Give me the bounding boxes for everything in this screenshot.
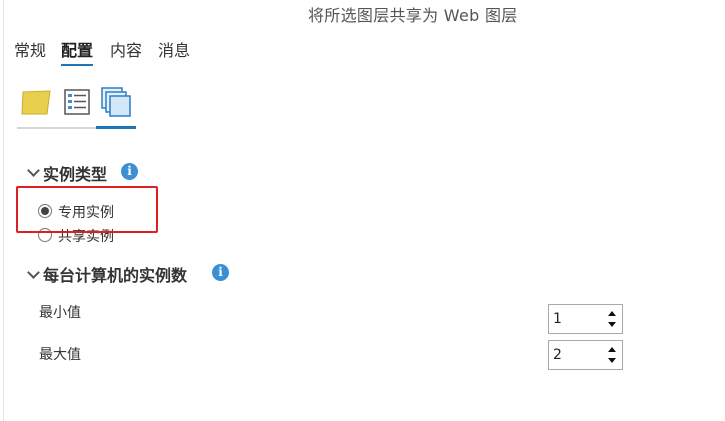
- spin-down-icon[interactable]: [608, 322, 616, 327]
- min-instances-value[interactable]: 1: [553, 311, 562, 327]
- pooling-instances-icon[interactable]: [100, 86, 134, 120]
- section-instances-per-machine-heading[interactable]: 每台计算机的实例数: [43, 262, 187, 286]
- section-instance-type-heading[interactable]: 实例类型: [43, 161, 107, 185]
- spin-up-icon[interactable]: [608, 311, 616, 316]
- radio-button[interactable]: [38, 228, 52, 242]
- tab-configuration[interactable]: 配置: [61, 37, 94, 66]
- max-value-label: 最大值: [39, 347, 81, 363]
- max-instances-value[interactable]: 2: [553, 347, 562, 363]
- radio-label: 专用实例: [58, 205, 114, 221]
- panel-left-border: [3, 0, 4, 421]
- layer-properties-icon[interactable]: [62, 86, 96, 120]
- chevron-down-icon[interactable]: [27, 164, 40, 177]
- chevron-down-icon[interactable]: [27, 266, 40, 279]
- max-instances-stepper[interactable]: 2: [548, 340, 623, 370]
- spin-up-icon[interactable]: [608, 347, 616, 352]
- pane-title: 将所选图层共享为 Web 图层: [308, 6, 518, 25]
- radio-label: 共享实例: [58, 229, 114, 245]
- tab-content[interactable]: 内容: [110, 37, 142, 61]
- radio-button-checked[interactable]: [38, 204, 52, 218]
- icon-tab-active-indicator: [96, 126, 136, 129]
- min-instances-stepper[interactable]: 1: [548, 304, 623, 334]
- tab-messages[interactable]: 消息: [158, 37, 190, 61]
- spin-down-icon[interactable]: [608, 358, 616, 363]
- layer-folder-icon[interactable]: [20, 86, 54, 120]
- min-value-label: 最小值: [39, 305, 81, 321]
- info-icon[interactable]: i: [121, 163, 138, 180]
- tab-general[interactable]: 常规: [14, 37, 46, 61]
- info-icon[interactable]: i: [212, 264, 229, 281]
